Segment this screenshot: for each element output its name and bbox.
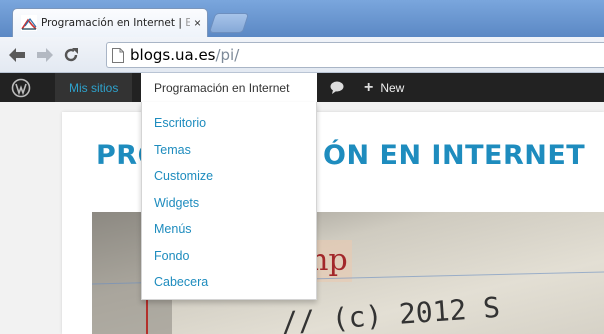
site-name-label: Programación en Internet — [154, 80, 290, 95]
wordpress-site-favicon — [21, 15, 37, 31]
menu-item-escritorio[interactable]: Escritorio — [142, 110, 316, 137]
forward-button[interactable] — [34, 44, 56, 66]
back-button[interactable] — [6, 44, 28, 66]
new-label: New — [380, 80, 405, 95]
menu-item-temas[interactable]: Temas — [142, 137, 316, 164]
site-dropdown-menu: Escritorio Temas Customize Widgets Menús… — [141, 102, 317, 300]
browser-tab-strip: Programación en Internet | E × — [0, 0, 604, 37]
tab-title: Programación en Internet | E — [41, 17, 190, 29]
menu-item-fondo[interactable]: Fondo — [142, 243, 316, 270]
comment-bubble-icon — [330, 81, 344, 94]
url-text: blogs.ua.es/pi/ — [130, 46, 240, 64]
browser-tab[interactable]: Programación en Internet | E × — [12, 8, 208, 37]
new-tab-button[interactable] — [208, 13, 250, 33]
menu-item-widgets[interactable]: Widgets — [142, 190, 316, 217]
wp-admin-bar: Mis sitios Programación en Internet + Ne… — [0, 73, 604, 102]
site-name-menu[interactable]: Programación en Internet — [141, 73, 317, 102]
my-sites-menu[interactable]: Mis sitios — [55, 73, 133, 102]
browser-toolbar: blogs.ua.es/pi/ — [0, 37, 604, 73]
forward-arrow-icon — [37, 48, 53, 62]
reload-button[interactable] — [60, 44, 82, 66]
address-bar[interactable]: blogs.ua.es/pi/ — [106, 42, 604, 68]
menu-item-menus[interactable]: Menús — [142, 216, 316, 243]
back-arrow-icon — [9, 48, 25, 62]
close-tab-icon[interactable]: × — [194, 17, 201, 29]
menu-item-cabecera[interactable]: Cabecera — [142, 269, 316, 296]
wordpress-logo-icon — [11, 78, 31, 97]
reload-icon — [64, 48, 78, 62]
plus-icon: + — [364, 78, 374, 96]
wordpress-logo-button[interactable] — [0, 73, 42, 102]
new-content-menu[interactable]: + New — [364, 73, 404, 102]
comments-button[interactable] — [322, 73, 352, 102]
menu-item-customize[interactable]: Customize — [142, 163, 316, 190]
page-icon — [112, 47, 124, 63]
